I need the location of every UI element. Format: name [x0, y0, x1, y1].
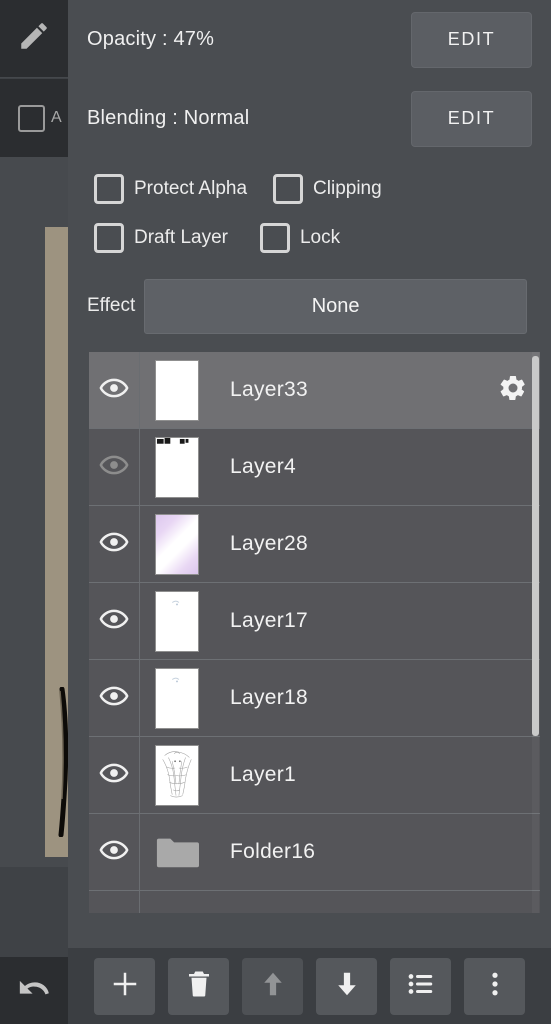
layer-thumbnail: [140, 583, 214, 659]
layer-menu-button[interactable]: [390, 957, 451, 1015]
checkbox-icon: [94, 173, 124, 204]
move-up-button: [242, 957, 303, 1015]
undo-button[interactable]: [0, 957, 68, 1024]
checkbox-clipping[interactable]: Clipping: [273, 173, 382, 204]
layer-thumbnail-image: [155, 436, 199, 498]
effect-row: Effect None: [68, 270, 551, 342]
eye-icon: [99, 373, 129, 408]
blending-label: Blending : Normal: [87, 107, 250, 129]
layer-name-label: Layer17: [230, 609, 308, 632]
layer-visibility-toggle[interactable]: [89, 583, 140, 659]
eye-icon: [99, 604, 129, 639]
plus-icon: [110, 969, 140, 1004]
layer-name-label: Layer33: [230, 378, 308, 401]
canvas-area[interactable]: [0, 157, 69, 867]
layer-list: Layer33 Layer4 Layer28 Layer17 Layer18 Layer1…: [89, 352, 540, 913]
layer-panel-screen: A Opacity : 47% EDIT Blending: Normal E…: [0, 0, 551, 1024]
checkbox-clipping-label: Clipping: [313, 177, 382, 199]
layer-flags-group: Protect Alpha Clipping Draft Layer Lock: [68, 158, 551, 262]
checkbox-icon: [94, 222, 124, 253]
layer-thumbnail-image: [155, 667, 199, 729]
layer-toolbar: [68, 948, 551, 1024]
layer-row[interactable]: Layer18: [89, 660, 540, 737]
list-icon: [406, 969, 436, 1004]
folder-icon: [155, 822, 199, 883]
layer-thumbnail: [140, 737, 214, 813]
move-down-button[interactable]: [316, 957, 377, 1015]
pencil-tool-button[interactable]: [0, 0, 68, 78]
layer-visibility-toggle[interactable]: [89, 660, 140, 736]
effect-select[interactable]: None: [144, 278, 527, 334]
eye-icon: [99, 450, 129, 485]
layer-row[interactable]: Layer1: [89, 737, 540, 814]
opacity-row: Opacity : 47% EDIT: [68, 0, 551, 79]
layer-thumbnail: [140, 891, 214, 913]
undo-arrow-icon: [17, 971, 51, 1010]
folder-icon: [155, 899, 199, 914]
layer-visibility-toggle[interactable]: [89, 737, 140, 813]
more-vertical-icon: [480, 969, 510, 1004]
layer-visibility-toggle[interactable]: [89, 814, 140, 890]
eye-icon: [99, 835, 129, 870]
layer-properties-panel: Opacity : 47% EDIT Blending : Normal EDI…: [68, 0, 551, 1024]
layer-row[interactable]: Layer4: [89, 429, 540, 506]
opacity-label: Opacity : 47%: [87, 28, 215, 50]
checkbox-lock-label: Lock: [299, 226, 341, 248]
layer-visibility-toggle[interactable]: [89, 429, 140, 505]
alpha-lock-toggle[interactable]: A: [0, 79, 68, 157]
checkbox-draft-layer-label: Draft Layer: [134, 226, 228, 248]
layer-visibility-toggle[interactable]: [89, 352, 140, 428]
layer-row[interactable]: [89, 891, 540, 913]
layer-thumbnail-image: [155, 590, 199, 652]
layer-name-label: Layer4: [230, 455, 297, 478]
layer-thumbnail: [140, 660, 214, 736]
eye-icon: [99, 758, 129, 793]
blending-edit-button[interactable]: EDIT: [411, 90, 532, 147]
layer-thumbnail-image: [155, 359, 199, 421]
eye-icon: [99, 527, 129, 562]
layer-row[interactable]: Layer28: [89, 506, 540, 583]
checkbox-draft-layer[interactable]: Draft Layer: [94, 222, 228, 253]
layer-thumbnail-image: [155, 513, 199, 575]
layer-name-label: Folder16: [230, 840, 316, 863]
layer-flags-row-2: Draft Layer Lock: [68, 213, 551, 262]
layer-thumbnail: [140, 429, 214, 505]
delete-layer-button[interactable]: [168, 957, 229, 1015]
layer-thumbnail-image: [155, 744, 199, 806]
checkbox-icon: [259, 222, 290, 253]
layer-name-label: Layer28: [230, 532, 308, 555]
layer-row[interactable]: Layer33: [89, 352, 540, 429]
layer-thumbnail: [140, 352, 214, 428]
checkbox-lock[interactable]: Lock: [259, 222, 341, 253]
checkbox-protect-alpha-label: Protect Alpha: [134, 177, 248, 199]
layer-thumbnail: [140, 814, 214, 890]
layer-name-label: Layer1: [230, 763, 297, 786]
trash-icon: [184, 969, 214, 1004]
more-options-button[interactable]: [464, 957, 525, 1015]
alpha-label: A: [51, 109, 62, 126]
layer-row[interactable]: Folder16: [89, 814, 540, 891]
layer-visibility-toggle[interactable]: [89, 891, 140, 913]
layer-row[interactable]: Layer17: [89, 583, 540, 660]
eye-icon: [99, 912, 129, 914]
eye-icon: [99, 681, 129, 716]
layer-thumbnail: [140, 506, 214, 582]
layer-name-label: Layer18: [230, 686, 308, 709]
layer-list-container: Layer33 Layer4 Layer28 Layer17 Layer18 Layer1…: [89, 352, 540, 913]
blending-row: Blending : Normal EDIT: [68, 79, 551, 158]
add-layer-button[interactable]: [94, 957, 155, 1015]
arrow-up-icon: [258, 969, 288, 1004]
gear-icon: [498, 373, 528, 408]
checkbox-protect-alpha[interactable]: Protect Alpha: [94, 173, 248, 204]
left-tool-strip: A: [0, 0, 69, 1024]
pencil-icon: [17, 19, 51, 58]
opacity-edit-button[interactable]: EDIT: [411, 11, 532, 68]
layer-visibility-toggle[interactable]: [89, 506, 140, 582]
arrow-down-icon: [332, 969, 362, 1004]
effect-label: Effect: [87, 295, 136, 316]
alpha-checkbox-icon: [18, 104, 45, 132]
layer-flags-row-1: Protect Alpha Clipping: [68, 164, 551, 213]
layer-list-scrollbar-thumb[interactable]: [532, 356, 539, 736]
checkbox-icon: [273, 173, 304, 204]
